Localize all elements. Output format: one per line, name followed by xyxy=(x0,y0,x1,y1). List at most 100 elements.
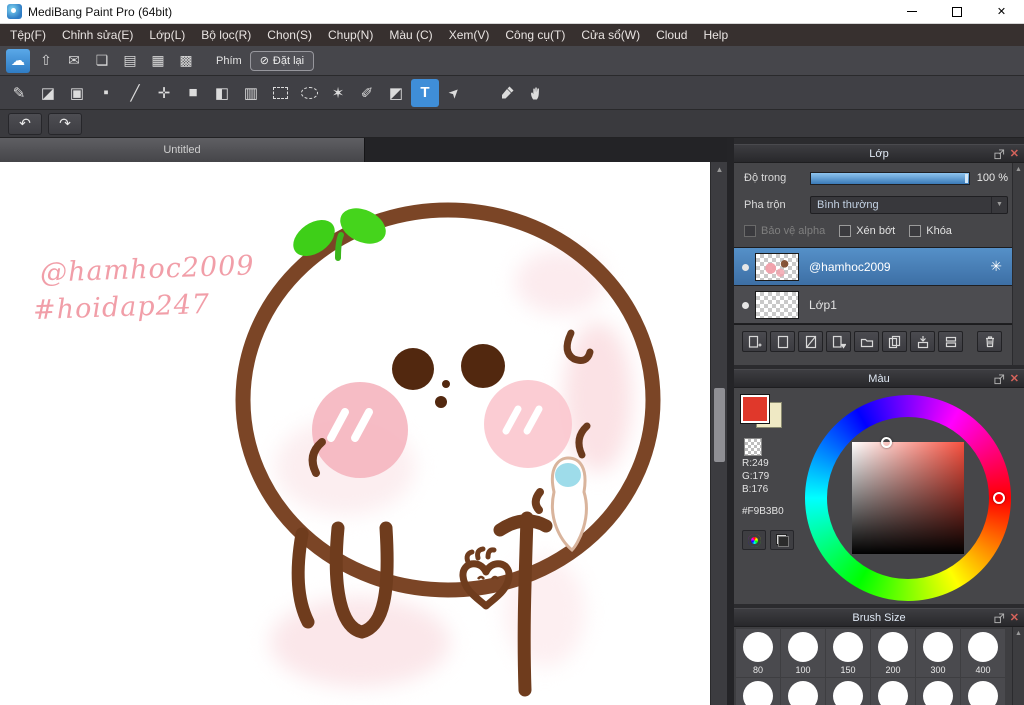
tool-magic-wand[interactable]: ✶ xyxy=(324,79,352,107)
opacity-slider[interactable] xyxy=(810,171,970,185)
material-panel-button[interactable]: ▩ xyxy=(174,49,198,73)
tool-dot-pen[interactable]: ▪ xyxy=(92,79,120,107)
lock-checkbox[interactable] xyxy=(909,225,922,237)
color-swap-button[interactable] xyxy=(770,530,794,550)
add-1bit-layer-button[interactable] xyxy=(798,331,823,352)
panel-close-icon[interactable]: ✕ xyxy=(1010,148,1019,160)
duplicate-layer-button[interactable] xyxy=(882,331,907,352)
brush-size-cell[interactable] xyxy=(961,678,1005,705)
window-layout-button[interactable]: ▦ xyxy=(146,49,170,73)
brush-size-cell[interactable]: 150 xyxy=(826,629,870,677)
menu-cloud[interactable]: Cloud xyxy=(648,24,695,46)
menu-layer[interactable]: Lớp(L) xyxy=(141,24,193,46)
tool-select-eraser[interactable]: ◩ xyxy=(382,79,410,107)
publish-button[interactable]: ⇧ xyxy=(34,49,58,73)
minimize-button[interactable] xyxy=(889,0,934,24)
add-layer-menu-button[interactable] xyxy=(826,331,851,352)
brush-size-cell[interactable]: 80 xyxy=(736,629,780,677)
maximize-button[interactable] xyxy=(934,0,979,24)
layer-row-active[interactable]: @hamhoc2009 ✳ xyxy=(734,248,1012,286)
tool-operation[interactable]: ➤ xyxy=(440,79,468,107)
brush-size-cell[interactable]: 100 xyxy=(781,629,825,677)
transparent-color-swatch[interactable] xyxy=(744,438,762,456)
hue-marker[interactable] xyxy=(993,492,1005,504)
brush-panel-scrollbar[interactable]: ▲ xyxy=(1012,627,1024,705)
saturation-value-square[interactable] xyxy=(852,442,964,554)
brush-preview-icon xyxy=(923,632,953,662)
canvas-scrollbar-thumb[interactable] xyxy=(714,388,725,462)
color-wheel-mode-button[interactable] xyxy=(742,530,766,550)
tool-move[interactable]: ✛ xyxy=(150,79,178,107)
alpha-lock-checkbox[interactable] xyxy=(744,225,756,237)
tool-select-lasso[interactable] xyxy=(295,79,323,107)
tool-select-pen[interactable]: ✐ xyxy=(353,79,381,107)
brush-size-cell[interactable] xyxy=(916,678,960,705)
menu-view[interactable]: Xem(V) xyxy=(441,24,498,46)
reset-button[interactable]: ⊘ Đặt lại xyxy=(249,50,315,71)
tool-bucket[interactable]: ◧ xyxy=(208,79,236,107)
brush-preview-icon xyxy=(743,632,773,662)
menu-color[interactable]: Màu (C) xyxy=(381,24,440,46)
brush-size-cell[interactable] xyxy=(871,678,915,705)
combine-layers-button[interactable] xyxy=(938,331,963,352)
tool-eyedropper[interactable] xyxy=(493,79,521,107)
cloud-save-button[interactable]: ☁ xyxy=(6,48,30,73)
undo-button[interactable]: ↶ xyxy=(8,112,42,135)
brush-size-cell[interactable]: 200 xyxy=(871,629,915,677)
menu-edit[interactable]: Chỉnh sửa(E) xyxy=(54,24,141,46)
upload-icon: ⇧ xyxy=(40,52,52,68)
brush-size-cell[interactable] xyxy=(736,678,780,705)
document-button[interactable]: ▤ xyxy=(118,49,142,73)
panel-close-icon[interactable]: ✕ xyxy=(1010,373,1019,385)
chat-button[interactable]: ❏ xyxy=(90,49,114,73)
foreground-color-swatch[interactable] xyxy=(740,394,770,424)
tool-brush[interactable]: ✎ xyxy=(5,79,33,107)
popout-icon[interactable] xyxy=(994,612,1005,624)
tool-line[interactable]: ╱ xyxy=(121,79,149,107)
menu-select[interactable]: Chọn(S) xyxy=(259,24,320,46)
sv-marker[interactable] xyxy=(881,437,892,448)
menu-filter[interactable]: Bộ lọc(R) xyxy=(193,24,259,46)
add-layer-button[interactable] xyxy=(742,331,767,352)
close-button[interactable]: ✕ xyxy=(979,0,1024,24)
menu-tools[interactable]: Công cụ(T) xyxy=(497,24,573,46)
layer-panel-scrollbar[interactable]: ▲ xyxy=(1012,163,1024,365)
popout-icon[interactable] xyxy=(994,373,1005,385)
comment-button[interactable]: ✉ xyxy=(62,49,86,73)
menu-help[interactable]: Help xyxy=(695,24,736,46)
tool-eraser[interactable]: ◪ xyxy=(34,79,62,107)
tool-text[interactable]: T xyxy=(411,78,439,107)
tool-gradient[interactable]: ▥ xyxy=(237,79,265,107)
menu-snap[interactable]: Chụp(N) xyxy=(320,24,381,46)
scroll-up-icon[interactable]: ▲ xyxy=(711,162,728,178)
delete-layer-button[interactable] xyxy=(977,331,1002,352)
layer-row[interactable]: Lớp1 xyxy=(734,286,1012,324)
menu-file[interactable]: Tệp(F) xyxy=(2,24,54,46)
layer-folder-button[interactable] xyxy=(854,331,879,352)
menu-window[interactable]: Cửa sổ(W) xyxy=(573,24,648,46)
brush-preview-icon xyxy=(833,632,863,662)
layer-visibility-icon[interactable] xyxy=(742,302,749,309)
redo-button[interactable]: ↷ xyxy=(48,112,82,135)
canvas-vertical-scrollbar[interactable]: ▲ xyxy=(710,162,727,705)
tool-stamp[interactable]: ▣ xyxy=(63,79,91,107)
brush-size-label: 100 xyxy=(795,665,811,675)
add-halftone-layer-button[interactable] xyxy=(770,331,795,352)
layer-visibility-icon[interactable] xyxy=(742,264,749,271)
brush-size-cell[interactable]: 300 xyxy=(916,629,960,677)
tool-fill-rect[interactable]: ■ xyxy=(179,79,207,107)
layer-settings-icon[interactable]: ✳ xyxy=(990,259,1002,273)
folder-icon xyxy=(860,338,873,347)
merge-down-button[interactable] xyxy=(910,331,935,352)
tool-hand[interactable] xyxy=(522,79,550,107)
canvas[interactable]: @hamhoc2009 #hoidap247 xyxy=(0,162,710,705)
tool-select-rect[interactable] xyxy=(266,79,294,107)
brush-size-cell[interactable] xyxy=(781,678,825,705)
clipping-checkbox[interactable] xyxy=(839,225,852,237)
tab-untitled[interactable]: Untitled xyxy=(0,138,365,162)
popout-icon[interactable] xyxy=(994,148,1005,160)
blend-mode-select[interactable]: Bình thường ▼ xyxy=(810,196,1008,214)
panel-close-icon[interactable]: ✕ xyxy=(1010,612,1019,624)
brush-size-cell[interactable]: 400 xyxy=(961,629,1005,677)
brush-size-cell[interactable] xyxy=(826,678,870,705)
